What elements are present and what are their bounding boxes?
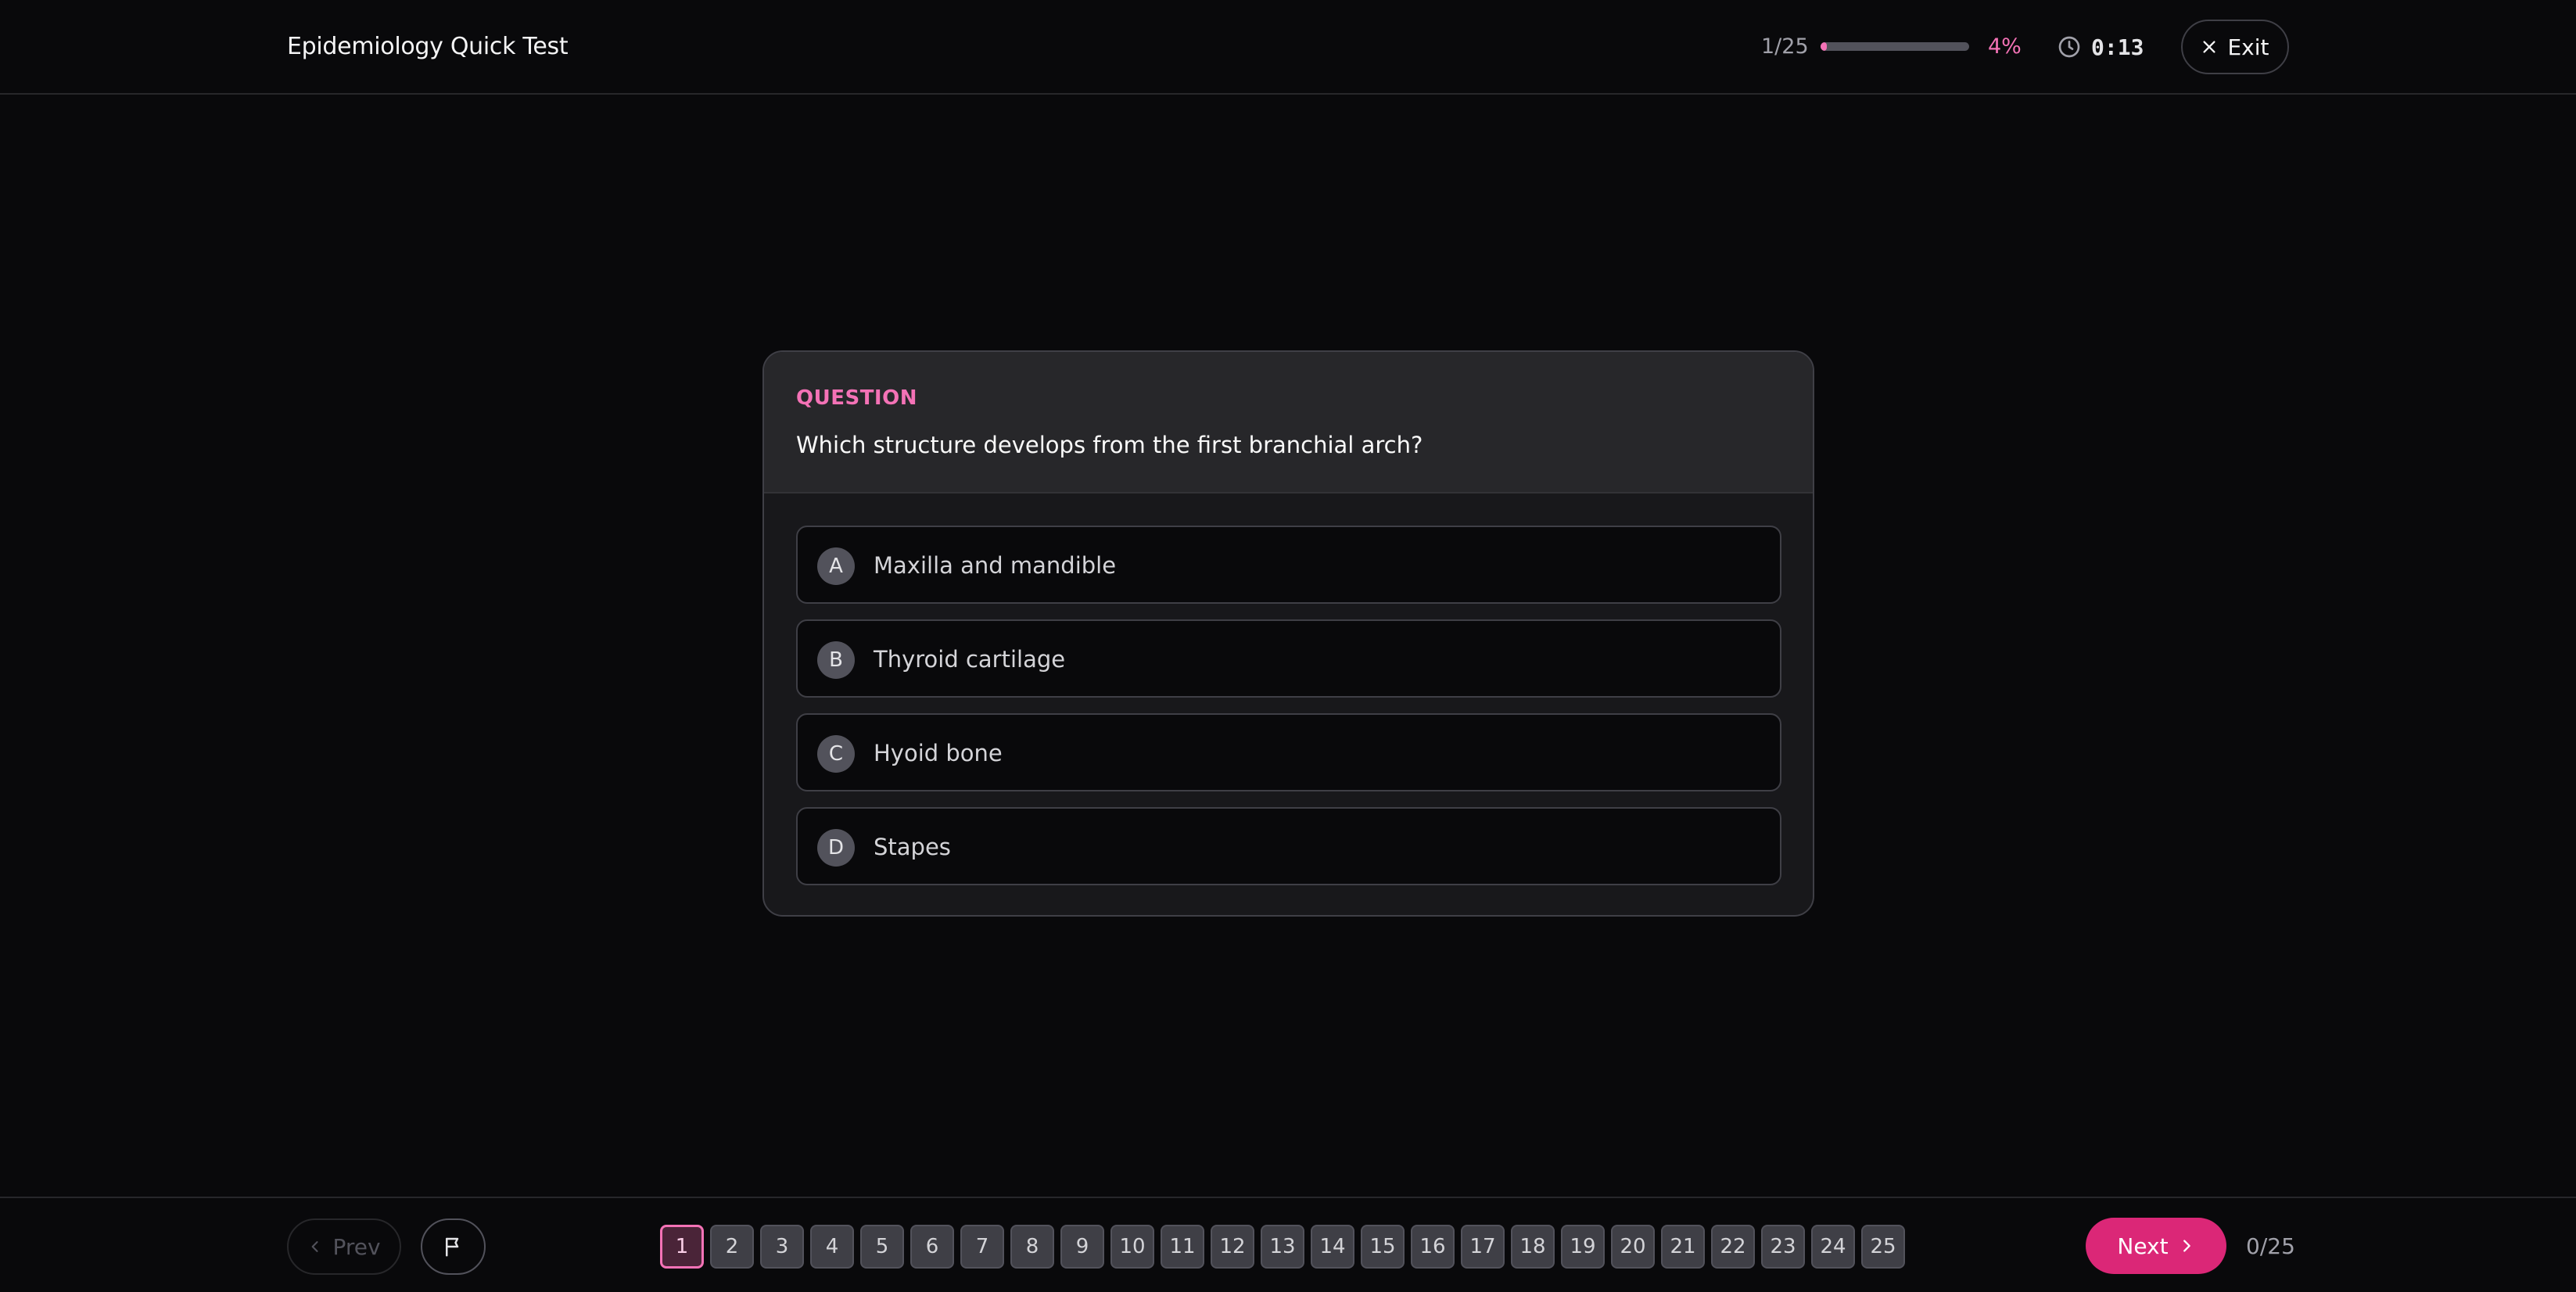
- page-button-13[interactable]: 13: [1261, 1225, 1304, 1269]
- next-button[interactable]: Next: [2086, 1218, 2226, 1274]
- chevron-right-icon: [2183, 1240, 2190, 1252]
- page-button-18[interactable]: 18: [1511, 1225, 1555, 1269]
- option-c[interactable]: C Hyoid bone: [796, 713, 1781, 791]
- page-button-22[interactable]: 22: [1711, 1225, 1755, 1269]
- question-pager: 1 2 3 4 5 6 7 8 9 10 11 12 13 14 15 16 17 18 19 20 21 22 23 24 2…: [660, 1225, 1905, 1269]
- page-button-7[interactable]: 7: [960, 1225, 1004, 1269]
- progress-percent: 4%: [1988, 34, 2022, 59]
- page-button-21[interactable]: 21: [1661, 1225, 1705, 1269]
- page-button-2[interactable]: 2: [710, 1225, 754, 1269]
- question-text: Which structure develops from the first …: [796, 432, 1423, 458]
- page-button-20[interactable]: 20: [1611, 1225, 1655, 1269]
- page-button-8[interactable]: 8: [1010, 1225, 1054, 1269]
- question-header: QUESTION Which structure develops from t…: [764, 352, 1813, 493]
- option-letter: A: [817, 547, 855, 585]
- option-letter: B: [817, 641, 855, 679]
- page-button-6[interactable]: 6: [910, 1225, 954, 1269]
- option-letter: C: [817, 735, 855, 773]
- chevron-left-icon: [312, 1241, 318, 1252]
- next-label: Next: [2117, 1233, 2169, 1259]
- clock-icon: [2058, 36, 2080, 58]
- question-counter: 1/25: [1761, 34, 1809, 59]
- flag-icon: [445, 1237, 458, 1257]
- page-button-4[interactable]: 4: [810, 1225, 854, 1269]
- question-card: QUESTION Which structure develops from t…: [762, 350, 1814, 917]
- page-button-5[interactable]: 5: [860, 1225, 904, 1269]
- flag-button[interactable]: [421, 1218, 486, 1275]
- prev-label: Prev: [332, 1233, 381, 1260]
- close-icon: [2203, 41, 2216, 53]
- page-button-25[interactable]: 25: [1861, 1225, 1905, 1269]
- footer: Prev 1 2 3 4 5 6 7 8 9 10 11 12 13 14 15 16 17 18 19 20 21 22…: [0, 1197, 2576, 1292]
- option-b[interactable]: B Thyroid cartilage: [796, 619, 1781, 698]
- page-button-11[interactable]: 11: [1161, 1225, 1204, 1269]
- progress-bar: [1821, 42, 1969, 51]
- question-label: QUESTION: [796, 386, 917, 410]
- page-button-12[interactable]: 12: [1211, 1225, 1254, 1269]
- page-button-10[interactable]: 10: [1110, 1225, 1154, 1269]
- prev-button[interactable]: Prev: [287, 1218, 401, 1275]
- page-button-19[interactable]: 19: [1561, 1225, 1605, 1269]
- answered-count: 0/25: [2246, 1233, 2295, 1259]
- option-d[interactable]: D Stapes: [796, 807, 1781, 885]
- option-text: Maxilla and mandible: [874, 552, 1117, 579]
- quiz-title: Epidemiology Quick Test: [287, 33, 569, 60]
- page-button-15[interactable]: 15: [1361, 1225, 1405, 1269]
- option-text: Thyroid cartilage: [874, 646, 1066, 673]
- exit-button[interactable]: Exit: [2181, 20, 2289, 74]
- option-a[interactable]: A Maxilla and mandible: [796, 526, 1781, 604]
- timer-text: 0:13: [2091, 34, 2144, 60]
- timer: 0:13: [2057, 30, 2144, 64]
- page-button-17[interactable]: 17: [1461, 1225, 1505, 1269]
- option-text: Hyoid bone: [874, 740, 1003, 766]
- exit-label: Exit: [2227, 34, 2269, 60]
- page-button-9[interactable]: 9: [1060, 1225, 1104, 1269]
- header: Epidemiology Quick Test 1/25 4% 0:13 Exi…: [0, 0, 2576, 95]
- progress-fill: [1821, 42, 1827, 51]
- page-button-23[interactable]: 23: [1761, 1225, 1805, 1269]
- page-button-16[interactable]: 16: [1411, 1225, 1455, 1269]
- option-text: Stapes: [874, 834, 951, 860]
- page-button-1[interactable]: 1: [660, 1225, 704, 1269]
- page-button-3[interactable]: 3: [760, 1225, 804, 1269]
- page-button-14[interactable]: 14: [1311, 1225, 1354, 1269]
- option-letter: D: [817, 829, 855, 867]
- page-button-24[interactable]: 24: [1811, 1225, 1855, 1269]
